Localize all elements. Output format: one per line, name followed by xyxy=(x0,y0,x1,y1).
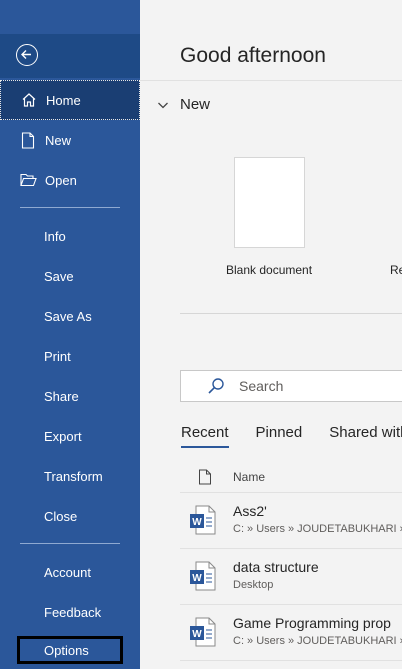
sidebar-item-account[interactable]: Account xyxy=(0,552,140,592)
back-row xyxy=(0,34,140,78)
greeting-title: Good afternoon xyxy=(180,44,326,67)
main-content: Good afternoon New Blank document Re Sea… xyxy=(140,0,402,669)
svg-text:W: W xyxy=(192,629,202,640)
sidebar-item-label: Open xyxy=(45,172,77,188)
template-label[interactable]: Re xyxy=(390,263,402,277)
folder-open-icon xyxy=(19,171,37,189)
sidebar-item-label: Export xyxy=(44,428,82,444)
sidebar-item-label: Home xyxy=(46,92,81,108)
sidebar-item-transform[interactable]: Transform xyxy=(0,456,140,496)
sidebar-item-label: Share xyxy=(44,388,79,404)
blank-document-label[interactable]: Blank document xyxy=(226,263,312,277)
search-icon xyxy=(208,378,224,394)
section-divider xyxy=(180,313,402,314)
file-tabs: Recent Pinned Shared with xyxy=(181,424,402,448)
svg-text:W: W xyxy=(192,517,202,528)
sidebar-item-save-as[interactable]: Save As xyxy=(0,296,140,336)
sidebar-item-label: Info xyxy=(44,228,66,244)
sidebar-divider xyxy=(20,543,120,544)
sidebar-item-label: Save xyxy=(44,268,74,284)
search-placeholder: Search xyxy=(239,378,284,394)
file-path: C: » Users » JOUDETABUKHARI » xyxy=(233,635,402,647)
file-path: C: » Users » JOUDETABUKHARI » xyxy=(233,523,402,535)
sidebar-item-share[interactable]: Share xyxy=(0,376,140,416)
sidebar-item-print[interactable]: Print xyxy=(0,336,140,376)
sidebar-item-open[interactable]: Open xyxy=(0,160,140,200)
file-row[interactable]: W data structure Desktop xyxy=(180,549,402,605)
file-list-header: Name xyxy=(180,462,402,493)
file-name: data structure xyxy=(233,559,319,575)
new-section-title: New xyxy=(180,96,211,113)
tab-shared-with-me[interactable]: Shared with xyxy=(329,424,402,448)
sidebar-item-export[interactable]: Export xyxy=(0,416,140,456)
file-row[interactable]: W Ass2' C: » Users » JOUDETABUKHARI » xyxy=(180,493,402,549)
arrow-left-icon xyxy=(21,50,31,59)
sidebar-item-info[interactable]: Info xyxy=(0,216,140,256)
sidebar-item-close[interactable]: Close xyxy=(0,496,140,536)
tab-pinned[interactable]: Pinned xyxy=(256,424,303,448)
search-input[interactable]: Search xyxy=(180,370,402,402)
sidebar-divider xyxy=(20,207,120,208)
sidebar-item-label: Feedback xyxy=(44,604,102,620)
home-icon xyxy=(20,91,38,109)
sidebar-item-label: New xyxy=(45,132,72,148)
column-header-name[interactable]: Name xyxy=(233,470,265,484)
file-path: Desktop xyxy=(233,579,274,591)
backstage-sidebar: Home New Open Info Save Save As Print Sh… xyxy=(0,0,140,669)
svg-text:W: W xyxy=(192,573,202,584)
word-document-icon: W xyxy=(190,505,216,535)
back-button[interactable] xyxy=(16,44,38,66)
sidebar-item-save[interactable]: Save xyxy=(0,256,140,296)
word-document-icon: W xyxy=(190,561,216,591)
sidebar-item-options[interactable]: Options xyxy=(17,636,123,664)
tab-recent[interactable]: Recent xyxy=(181,424,229,448)
file-type-icon xyxy=(199,469,211,485)
sidebar-item-home[interactable]: Home xyxy=(0,80,140,120)
new-section-toggle[interactable]: New xyxy=(156,96,210,113)
sidebar-item-label: Print xyxy=(44,348,71,364)
header-divider xyxy=(140,80,402,81)
sidebar-item-label: Transform xyxy=(44,468,103,484)
sidebar-item-feedback[interactable]: Feedback xyxy=(0,592,140,632)
blank-document-thumbnail[interactable] xyxy=(234,157,305,248)
new-document-icon xyxy=(19,131,37,149)
sidebar-item-label: Options xyxy=(44,642,89,658)
sidebar-item-label: Save As xyxy=(44,308,92,324)
sidebar-item-new[interactable]: New xyxy=(0,120,140,160)
sidebar-item-label: Close xyxy=(44,508,78,524)
file-row[interactable]: W Game Programming prop C: » Users » JOU… xyxy=(180,605,402,661)
chevron-down-icon xyxy=(158,102,168,108)
file-name: Ass2' xyxy=(233,503,267,519)
sidebar-item-label: Account xyxy=(44,564,91,580)
file-name: Game Programming prop xyxy=(233,615,391,631)
word-document-icon: W xyxy=(190,617,216,647)
